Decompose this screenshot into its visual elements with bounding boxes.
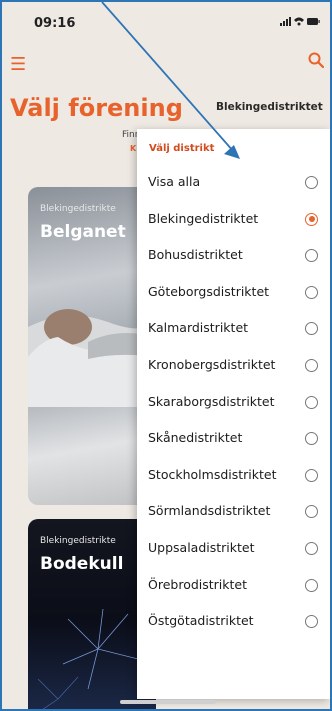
annotation-arrow: [101, 2, 240, 159]
phone-screen: 09:16 ☰ Välj förening Blekingedistriktet…: [0, 0, 332, 711]
